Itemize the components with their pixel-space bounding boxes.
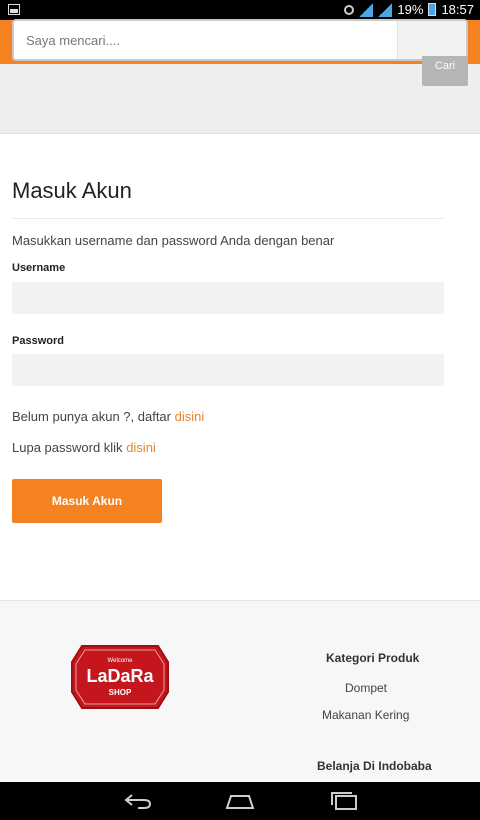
badge-bottom-text: SHOP — [109, 688, 132, 697]
ladara-shop-badge: Welcome LaDaRa SHOP — [71, 645, 169, 709]
username-field[interactable] — [12, 282, 444, 314]
battery-percent: 19% — [397, 2, 424, 17]
forgot-password-text: Lupa password klik — [12, 440, 123, 455]
page-title: Masuk Akun — [12, 178, 132, 203]
search-button[interactable]: Cari — [422, 56, 468, 86]
status-bar: 19% 18:57 — [0, 0, 480, 20]
footer-category-item[interactable]: Makanan Kering — [322, 708, 409, 722]
register-text: Belum punya akun ?, daftar — [12, 409, 171, 424]
search-bar-container — [0, 64, 480, 134]
clock: 18:57 — [441, 2, 474, 17]
footer-categories-heading: Kategori Produk — [326, 651, 420, 665]
signal-icon-2 — [378, 2, 393, 17]
register-line: Belum punya akun ?, daftar disini — [12, 409, 204, 424]
username-label: Username — [12, 262, 66, 274]
badge-main-text: LaDaRa — [86, 666, 154, 686]
login-instruction: Masukkan username dan password Anda deng… — [12, 233, 335, 248]
footer-category-item[interactable]: Dompet — [345, 681, 387, 695]
forgot-password-line: Lupa password klik disini — [12, 440, 156, 455]
battery-icon — [428, 3, 437, 16]
recent-apps-icon[interactable] — [330, 792, 358, 810]
signal-icon — [359, 2, 374, 17]
sync-icon — [344, 4, 355, 15]
login-submit-button[interactable]: Masuk Akun — [12, 479, 162, 523]
search-input-addon — [397, 21, 466, 59]
title-divider — [12, 218, 444, 219]
forgot-password-link[interactable]: disini — [126, 440, 156, 455]
back-icon[interactable] — [124, 792, 152, 810]
password-label: Password — [12, 335, 64, 347]
footer-shop-heading: Belanja Di Indobaba — [317, 759, 432, 773]
password-field[interactable] — [12, 354, 444, 386]
badge-top-text: Welcome — [108, 658, 134, 664]
home-icon[interactable] — [225, 792, 255, 810]
status-bar-right: 19% 18:57 — [344, 2, 474, 17]
register-link[interactable]: disini — [175, 409, 205, 424]
image-icon — [8, 4, 20, 15]
system-nav-bar — [0, 782, 480, 820]
